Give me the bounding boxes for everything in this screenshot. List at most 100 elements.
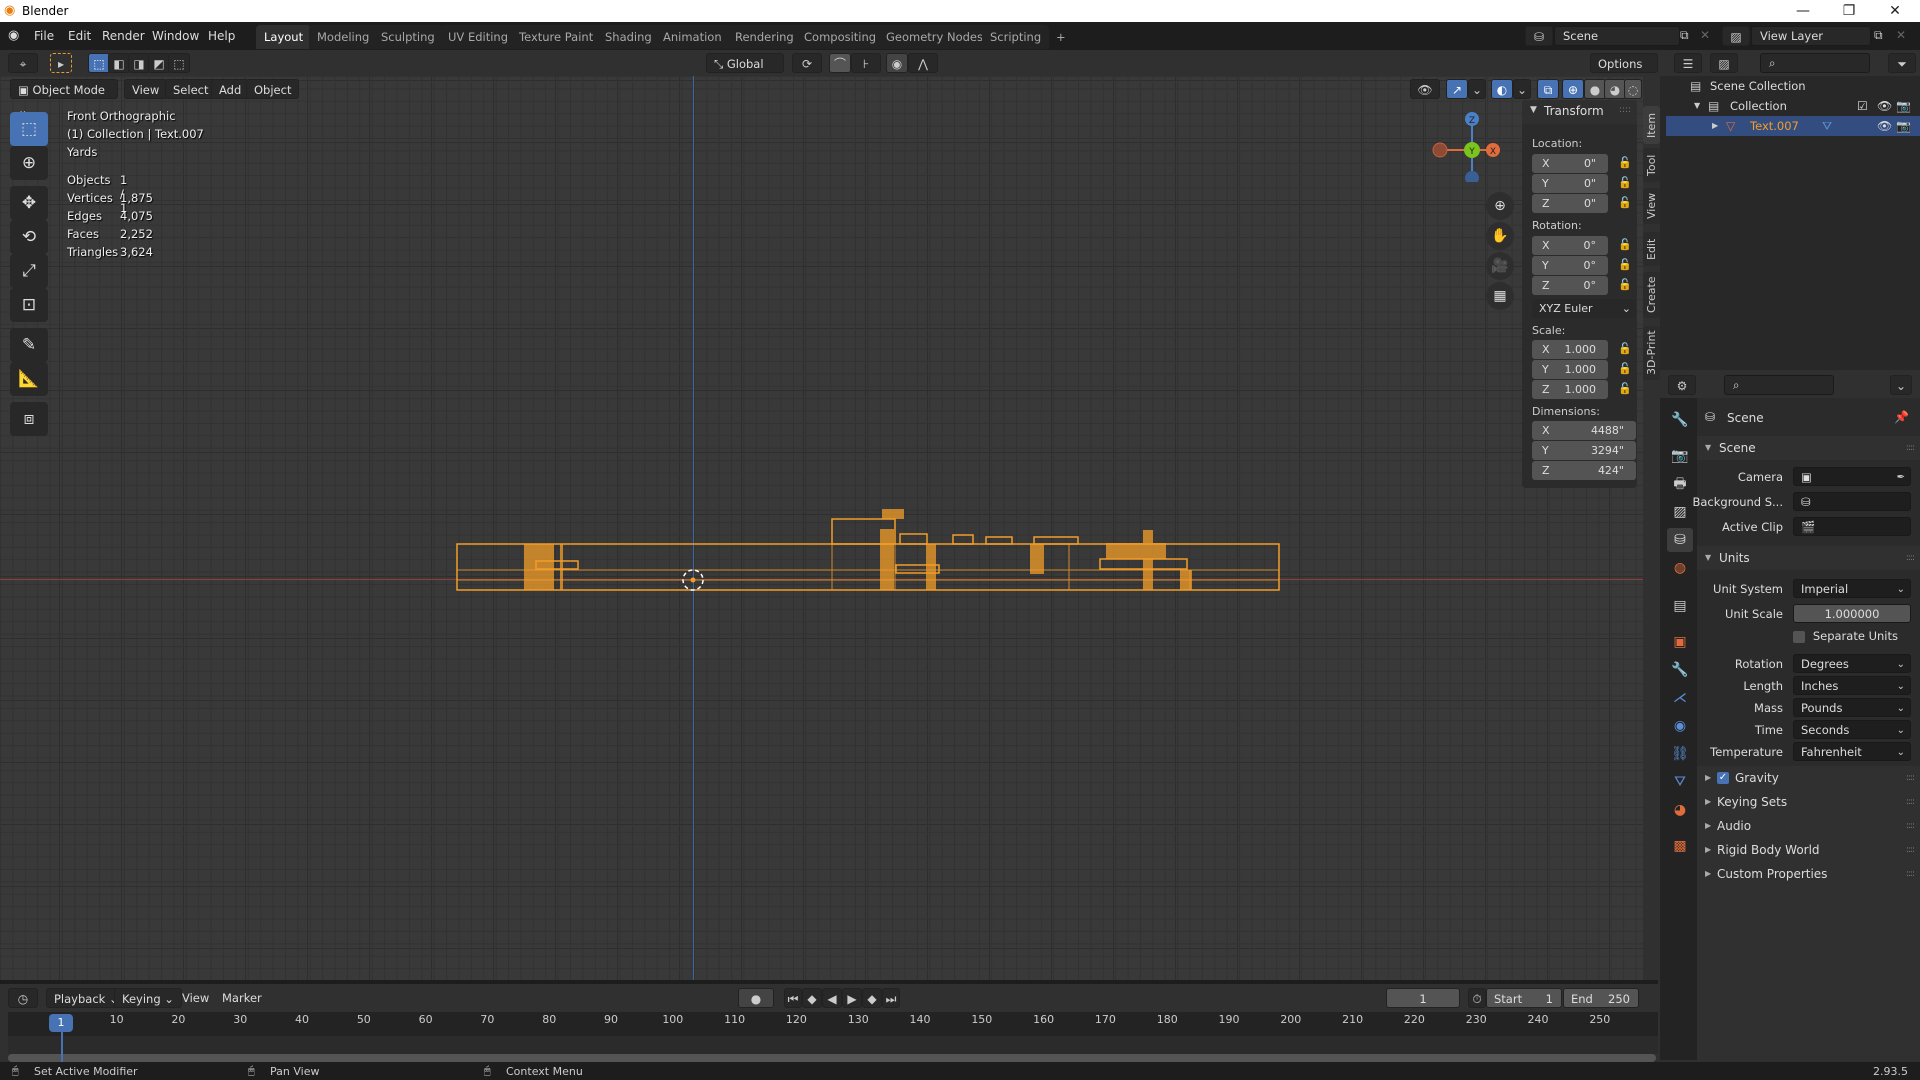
jump-to-previous-keyframe-icon[interactable]: ◆ — [802, 988, 822, 1008]
sidebar-tab-tool[interactable]: Tool — [1643, 148, 1660, 182]
pin-icon[interactable]: 📌 — [1894, 410, 1909, 424]
shading-solid-icon[interactable]: ● — [1584, 79, 1606, 99]
playhead-frame-indicator[interactable]: 1 — [49, 1014, 73, 1032]
tool-transform[interactable]: ⊡ — [10, 288, 48, 322]
render-tab-icon[interactable]: 📷 — [1667, 444, 1693, 468]
drag-handle-icon[interactable]: :::: — [1906, 814, 1915, 838]
active-clip-field[interactable]: 🎬 — [1793, 517, 1911, 536]
exclude-checkbox[interactable]: ☑ — [1857, 96, 1868, 116]
data-tab-icon[interactable]: ⛛ — [1667, 770, 1693, 794]
playhead-line[interactable] — [61, 1032, 63, 1062]
scene-panel-header[interactable]: ▼ Scene :::: — [1697, 436, 1920, 460]
camera-field[interactable]: ▣ ✒ — [1793, 467, 1911, 486]
delete-view-layer-icon[interactable]: ✕ — [1896, 28, 1906, 42]
navigation-gizmo[interactable]: Z X Y — [1430, 102, 1500, 182]
unit-system-dropdown[interactable]: Imperial ⌄ — [1793, 579, 1911, 598]
unit-scale-field[interactable]: 1.000000 — [1793, 604, 1911, 623]
render-camera-icon[interactable]: 📷 — [1896, 116, 1911, 136]
pivot-point-dropdown[interactable]: ⟳ — [792, 53, 822, 73]
tool-tab-icon[interactable]: 🔧 — [1667, 408, 1693, 432]
delete-scene-icon[interactable]: ✕ — [1700, 28, 1710, 42]
location-x-field[interactable]: X 0" — [1532, 154, 1608, 173]
tab-uv-editing[interactable]: UV Editing — [440, 25, 516, 49]
drag-handle-icon[interactable]: :::: — [1906, 766, 1915, 790]
scale-y-field[interactable]: Y 1.000 — [1532, 360, 1608, 379]
timeline-menu-marker[interactable]: Marker — [222, 991, 262, 1005]
properties-editor-type-icon[interactable]: ⚙ — [1668, 375, 1696, 395]
lock-icon[interactable]: 🔓 — [1618, 382, 1632, 396]
menu-window[interactable]: Window — [146, 27, 205, 45]
new-view-layer-icon[interactable]: ⧉ — [1874, 28, 1883, 43]
mode-new-selection-icon[interactable]: ⬚ — [88, 53, 110, 73]
zoom-view-icon[interactable]: ⊕ — [1486, 192, 1514, 220]
viewport-menu-select[interactable]: Select — [165, 79, 217, 99]
shading-rendered-icon[interactable]: ◌ — [1624, 79, 1642, 99]
minimize-button[interactable]: — — [1780, 0, 1826, 22]
tab-modeling[interactable]: Modeling — [309, 25, 378, 49]
mode-dropdown[interactable]: ▣ Object Mode ⌄ — [10, 79, 118, 117]
dimension-y-field[interactable]: Y 3294" — [1532, 441, 1636, 460]
xray-toggle-icon[interactable]: ⧉ — [1537, 79, 1559, 99]
object-tab-icon[interactable]: ▣ — [1667, 630, 1693, 654]
3d-cursor-icon[interactable] — [679, 566, 707, 594]
keying-sets-panel-header[interactable]: ▶ Keying Sets :::: — [1697, 790, 1920, 814]
timeline-menu-view[interactable]: View — [182, 991, 209, 1005]
drag-handle-icon[interactable]: :::: — [1906, 862, 1915, 886]
outliner-search-input[interactable]: ⌕ — [1760, 53, 1870, 73]
lock-icon[interactable]: 🔓 — [1618, 362, 1632, 376]
drag-handle-icon[interactable]: :::: — [1906, 546, 1915, 570]
mode-extend-selection-icon[interactable]: ◧ — [108, 53, 130, 73]
tool-select-box[interactable]: ⬚ — [10, 112, 48, 146]
dimension-x-field[interactable]: X 4488" — [1532, 421, 1636, 440]
tab-scripting[interactable]: Scripting — [982, 25, 1050, 49]
close-button[interactable]: ✕ — [1872, 0, 1918, 22]
drag-handle-icon[interactable]: :::: — [1619, 105, 1631, 115]
time-units-dropdown[interactable]: Seconds ⌄ — [1793, 720, 1911, 739]
camera-view-icon[interactable]: 🎥 — [1486, 252, 1514, 280]
scene-selector-icon[interactable]: ⛁ — [1525, 26, 1553, 46]
options-dropdown[interactable]: Options ⌄ — [1590, 53, 1658, 91]
overlay-dropdown-icon[interactable]: ⌄ — [1513, 79, 1531, 99]
properties-search-input[interactable]: ⌕ — [1724, 375, 1834, 395]
properties-options-dropdown[interactable]: ⌄ — [1890, 375, 1912, 395]
background-scene-field[interactable]: ⛁ — [1793, 492, 1911, 511]
expand-arrow-icon[interactable]: ▶ — [1712, 116, 1718, 136]
timeline-editor-type-icon[interactable]: ◷ — [8, 988, 38, 1008]
tool-add-cube[interactable]: ⧈ — [10, 402, 48, 436]
separate-units-checkbox[interactable]: Separate Units — [1793, 628, 1898, 644]
viewport-menu-object[interactable]: Object — [246, 79, 300, 99]
sidebar-tab-create[interactable]: Create — [1643, 272, 1660, 318]
view-layer-field[interactable]: View Layer — [1751, 26, 1871, 46]
gravity-checkbox[interactable]: ✓ — [1717, 772, 1729, 784]
filter-icon[interactable]: ⏷ — [1888, 53, 1916, 73]
pan-view-icon[interactable]: ✋ — [1486, 222, 1514, 250]
new-scene-icon[interactable]: ⧉ — [1680, 28, 1689, 43]
snap-increment-dropdown[interactable]: ⊦ — [851, 53, 881, 73]
dimension-z-field[interactable]: Z 424" — [1532, 461, 1636, 480]
sidebar-tab-item[interactable]: Item — [1643, 106, 1660, 144]
mode-subtract-selection-icon[interactable]: ◨ — [128, 53, 150, 73]
lock-icon[interactable]: 🔓 — [1618, 258, 1632, 272]
gizmo-toggle-icon[interactable]: ↗ — [1446, 79, 1468, 99]
sidebar-tab-edit[interactable]: Edit — [1643, 232, 1660, 266]
gizmo-dropdown-icon[interactable]: ⌄ — [1468, 79, 1486, 99]
transform-panel-header[interactable]: ▼ Transform :::: — [1522, 100, 1637, 124]
viewport-menu-add[interactable]: Add — [211, 79, 250, 99]
menu-help[interactable]: Help — [202, 27, 241, 45]
eyedropper-icon[interactable]: ✒ — [1897, 468, 1905, 487]
rigid-body-world-panel-header[interactable]: ▶ Rigid Body World :::: — [1697, 838, 1920, 862]
tool-measure[interactable]: 📐 — [10, 362, 48, 396]
maximize-button[interactable]: ❐ — [1826, 0, 1872, 22]
tab-texture-paint[interactable]: Texture Paint — [511, 25, 602, 49]
mode-invert-selection-icon[interactable]: ◩ — [148, 53, 170, 73]
text-object-wireframe[interactable] — [440, 500, 1300, 610]
lock-icon[interactable]: 🔓 — [1618, 176, 1632, 190]
timeline-track-area[interactable] — [8, 1036, 1658, 1054]
tool-annotate[interactable]: ✎ — [10, 328, 48, 362]
jump-to-next-keyframe-icon[interactable]: ◆ — [862, 988, 882, 1008]
tool-scale[interactable]: ⤢ — [10, 254, 48, 288]
proportional-edit-icon[interactable]: ◉ — [886, 53, 908, 73]
rotation-z-field[interactable]: Z 0° — [1532, 276, 1608, 295]
custom-properties-panel-header[interactable]: ▶ Custom Properties :::: — [1697, 862, 1920, 886]
drag-handle-icon[interactable]: :::: — [1906, 838, 1915, 862]
